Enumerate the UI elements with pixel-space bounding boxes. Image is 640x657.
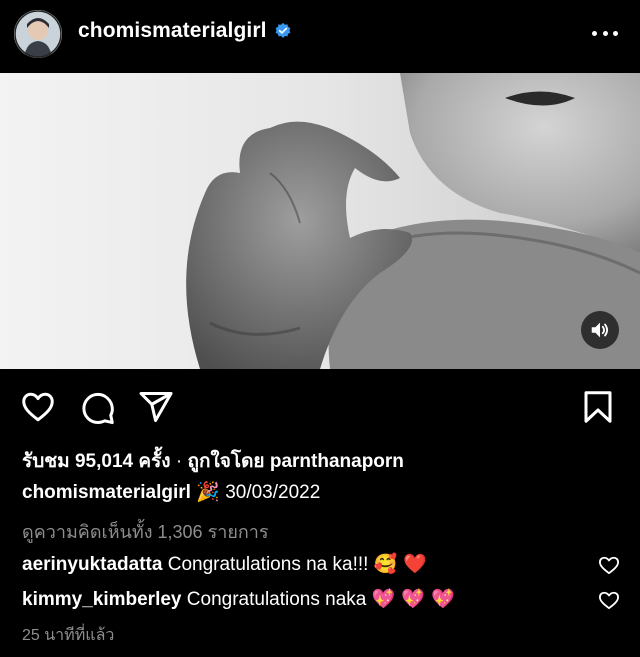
- comment-like-heart-icon[interactable]: [598, 590, 620, 610]
- audio-toggle-button[interactable]: [581, 311, 619, 349]
- comment-emojis: 🥰 ❤️: [373, 553, 428, 575]
- views-count[interactable]: 95,014: [75, 451, 133, 472]
- heart-outline-icon[interactable]: [20, 389, 56, 425]
- comment-row: kimmy_kimberley Congratulations naka 💖 💖…: [22, 587, 455, 611]
- more-dot: [592, 30, 597, 36]
- avatar[interactable]: [14, 10, 62, 58]
- comment-emojis: 💖 💖 💖: [371, 588, 455, 610]
- more-horizontal-icon[interactable]: [592, 23, 618, 43]
- views-suffix: ครั้ง: [138, 451, 171, 472]
- stats-line: รับชม 95,014 ครั้ง · ถูกใจโดย parnthanap…: [22, 446, 404, 476]
- username-header[interactable]: chomismaterialgirl: [78, 19, 292, 43]
- send-paper-plane-icon[interactable]: [138, 389, 174, 425]
- comment-row: aerinyuktadatta Congratulations na ka!!!…: [22, 552, 427, 576]
- comment-text: Congratulations na ka!!!: [167, 554, 369, 575]
- comment-username[interactable]: kimmy_kimberley: [22, 589, 182, 610]
- video-frame: [0, 73, 640, 369]
- caption-text: 30/03/2022: [225, 482, 321, 503]
- post-video[interactable]: [0, 73, 640, 369]
- post-header: chomismaterialgirl: [0, 0, 640, 70]
- views-prefix: รับชม: [22, 451, 70, 472]
- caption-emoji: 🎉: [196, 481, 220, 503]
- comment-username[interactable]: aerinyuktadatta: [22, 554, 162, 575]
- more-dot: [602, 30, 608, 36]
- liked-by-prefix: ถูกใจโดย: [187, 451, 265, 472]
- comment-text: Congratulations naka: [186, 589, 367, 610]
- verified-badge-icon: [275, 22, 290, 38]
- username-label[interactable]: chomismaterialgirl: [78, 19, 267, 43]
- action-bar: [0, 385, 640, 429]
- bookmark-outline-icon[interactable]: [580, 389, 616, 425]
- view-all-comments-link[interactable]: ดูความคิดเห็นทั้ง 1,306 รายการ: [22, 517, 269, 546]
- comment-like-heart-icon[interactable]: [598, 555, 620, 575]
- separator: ·: [175, 451, 183, 472]
- caption: chomismaterialgirl 🎉 30/03/2022: [22, 480, 320, 504]
- post-timestamp: 25 นาทีที่แล้ว: [22, 627, 115, 644]
- speaker-icon: [591, 322, 609, 338]
- caption-username[interactable]: chomismaterialgirl: [22, 482, 191, 503]
- comment-bubble-icon[interactable]: [80, 389, 116, 425]
- more-dot: [613, 30, 618, 36]
- liked-by-user[interactable]: parnthanaporn: [270, 451, 404, 472]
